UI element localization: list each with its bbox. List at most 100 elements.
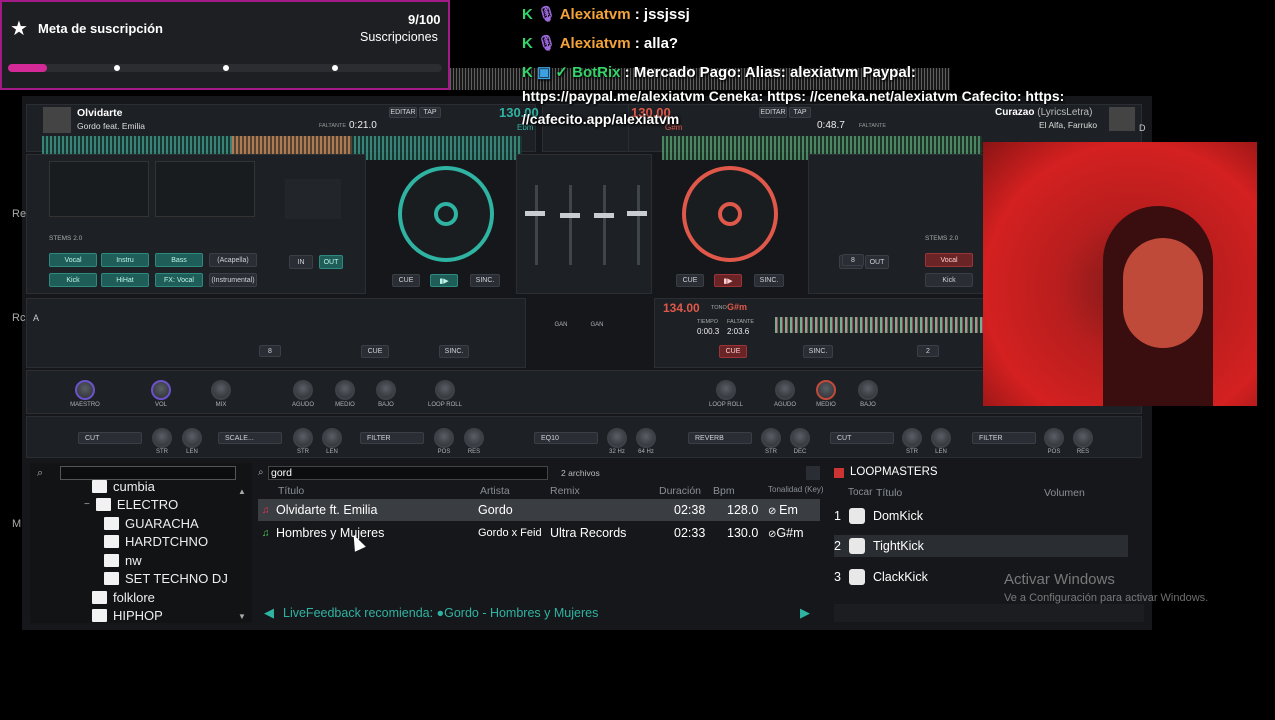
fx-slot-2-select[interactable]: SCALE... (218, 432, 282, 444)
fx6-knob-b[interactable] (1073, 428, 1093, 448)
fx1-knob-a[interactable] (152, 428, 172, 448)
deck-left-tap-button[interactable]: TAP (419, 107, 441, 118)
list-menu-icon[interactable] (806, 466, 820, 480)
tree-scroll-down-icon[interactable]: ▼ (238, 612, 246, 621)
track-search-input[interactable]: gord (268, 466, 548, 480)
fx5-knob-a[interactable] (902, 428, 922, 448)
tracklist-search-icon[interactable]: ⌕ (258, 467, 264, 478)
deck-left-in-button[interactable]: IN (289, 255, 313, 269)
fx6-knob-a[interactable] (1044, 428, 1064, 448)
loop-roll-knob-right[interactable] (716, 380, 736, 400)
livefeedback-next-icon[interactable]: ▶ (800, 605, 810, 621)
fx1-knob-b[interactable] (182, 428, 202, 448)
mid-knob-right[interactable] (816, 380, 836, 400)
hotcue-pad-left-2[interactable] (155, 161, 255, 217)
col-title[interactable]: Título (278, 485, 304, 497)
mid-knob-left[interactable] (335, 380, 355, 400)
deck-left-sync-button[interactable]: SINC. (470, 274, 500, 287)
stem-fx-vocal-button[interactable]: FX: Vocal (155, 273, 203, 287)
deck-c-loop-value[interactable]: 2 (917, 345, 939, 357)
sampler-title[interactable]: LOOPMASTERS (850, 466, 938, 478)
col-artist[interactable]: Artista (480, 485, 510, 497)
deck-left-jogwheel[interactable] (398, 166, 494, 262)
col-bpm[interactable]: Bpm (713, 485, 735, 497)
fx-slot-4-select[interactable]: REVERB (688, 432, 752, 444)
deck-right-cue-button[interactable]: CUE (676, 274, 704, 287)
eq-knob-a[interactable] (607, 428, 627, 448)
deck-left-edit-button[interactable]: EDITAR (389, 107, 417, 118)
chat-username[interactable]: Alexiatvm (560, 35, 631, 52)
bass-knob-left[interactable] (376, 380, 396, 400)
loop-roll-knob-left[interactable] (435, 380, 455, 400)
stem-right-vocal-button[interactable]: Vocal (925, 253, 973, 267)
search-icon[interactable]: ⌕ (37, 467, 43, 480)
deck-right-jogwheel[interactable] (682, 166, 778, 262)
eq-select[interactable]: EQ10 (534, 432, 598, 444)
livefeedback-text[interactable]: LiveFeedback recomienda: ●Gordo - Hombre… (283, 606, 598, 620)
fx-slot-3-select[interactable]: FILTER (360, 432, 424, 444)
hotcue-pad-left[interactable] (49, 161, 149, 217)
volume-fader-left[interactable] (560, 213, 580, 218)
deck-right-play-button[interactable]: ▮▶ (714, 274, 742, 287)
stem-right-kick-button[interactable]: Kick (925, 273, 973, 287)
pitch-fader-left[interactable] (525, 211, 545, 216)
tree-item-electro[interactable]: − ELECTRO (84, 497, 178, 512)
tree-filter-input[interactable] (60, 466, 236, 480)
sampler-item[interactable]: 2 TightKick (834, 535, 1128, 557)
tree-item-hiphop[interactable]: HIPHOP (92, 608, 163, 623)
deck-a-sync-button[interactable]: SINC. (439, 345, 469, 358)
fx4-knob-a[interactable] (761, 428, 781, 448)
fx-slot-1-select[interactable]: CUT (78, 432, 142, 444)
deck-right-tap-button[interactable]: TAP (789, 107, 811, 118)
tree-item-set-techno-dj[interactable]: SET TECHNO DJ (104, 571, 228, 586)
volume-fader-right[interactable] (594, 213, 614, 218)
col-key[interactable]: Tonalidad (Key) (768, 485, 824, 494)
fx3-knob-a[interactable] (434, 428, 454, 448)
deck-c-sync-button[interactable]: SINC. (803, 345, 833, 358)
stem-vocal-button[interactable]: Vocal (49, 253, 97, 267)
stem-acapella-button[interactable]: (Acapella) (209, 253, 257, 267)
fx2-knob-b[interactable] (322, 428, 342, 448)
deck-c-waveform[interactable] (775, 317, 1005, 333)
master-knob[interactable] (75, 380, 95, 400)
deck-left-cue-button[interactable]: CUE (392, 274, 420, 287)
collapse-icon[interactable]: − (84, 499, 90, 510)
deck-c-cue-button[interactable]: CUE (719, 345, 747, 358)
sampler-item[interactable]: 1 DomKick (834, 505, 1128, 527)
eq-knob-b[interactable] (636, 428, 656, 448)
fx2-knob-a[interactable] (293, 428, 313, 448)
mix-knob[interactable] (211, 380, 231, 400)
tree-item-folklore[interactable]: folklore (92, 590, 155, 605)
pitch-fader-right[interactable] (627, 211, 647, 216)
livefeedback-prev-icon[interactable]: ◀ (264, 605, 274, 621)
deck-right-edit-button[interactable]: EDITAR (759, 107, 787, 118)
treble-knob-right[interactable] (775, 380, 795, 400)
deck-right-sync-button[interactable]: SINC. (754, 274, 784, 287)
fx-slot-6-select[interactable]: FILTER (972, 432, 1036, 444)
tree-item-nw[interactable]: nw (104, 553, 142, 568)
stem-instrumental-button[interactable]: (Instrumental) (209, 273, 257, 287)
deck-right-out-button[interactable]: OUT (865, 255, 889, 269)
deck-right-loop-value[interactable]: 8 (842, 254, 864, 266)
tree-item-hardtchno[interactable]: HARDTCHNO (104, 534, 208, 549)
fx4-knob-b[interactable] (790, 428, 810, 448)
fx3-knob-b[interactable] (464, 428, 484, 448)
vol-knob[interactable] (151, 380, 171, 400)
col-remix[interactable]: Remix (550, 485, 580, 497)
col-duration[interactable]: Duración (659, 485, 701, 497)
table-row[interactable]: ♫ Olvidarte ft. Emilia Gordo 02:38 128.0… (258, 499, 820, 521)
treble-knob-left[interactable] (293, 380, 313, 400)
deck-left-play-button[interactable]: ▮▶ (430, 274, 458, 287)
stem-hihat-button[interactable]: HiHat (101, 273, 149, 287)
deck-a-cue-button[interactable]: CUE (361, 345, 389, 358)
deck-a-loop-value[interactable]: 8 (259, 345, 281, 357)
fx-slot-5-select[interactable]: CUT (830, 432, 894, 444)
chat-username[interactable]: BotRix (572, 64, 620, 81)
fx5-knob-b[interactable] (931, 428, 951, 448)
deck-left-out-button[interactable]: OUT (319, 255, 343, 269)
table-row[interactable]: ♫ Hombres y Mujeres Gordo x Feid Ultra R… (258, 522, 820, 544)
stem-instru-button[interactable]: Instru (101, 253, 149, 267)
chat-username[interactable]: Alexiatvm (560, 6, 631, 23)
stem-kick-button[interactable]: Kick (49, 273, 97, 287)
stem-bass-button[interactable]: Bass (155, 253, 203, 267)
